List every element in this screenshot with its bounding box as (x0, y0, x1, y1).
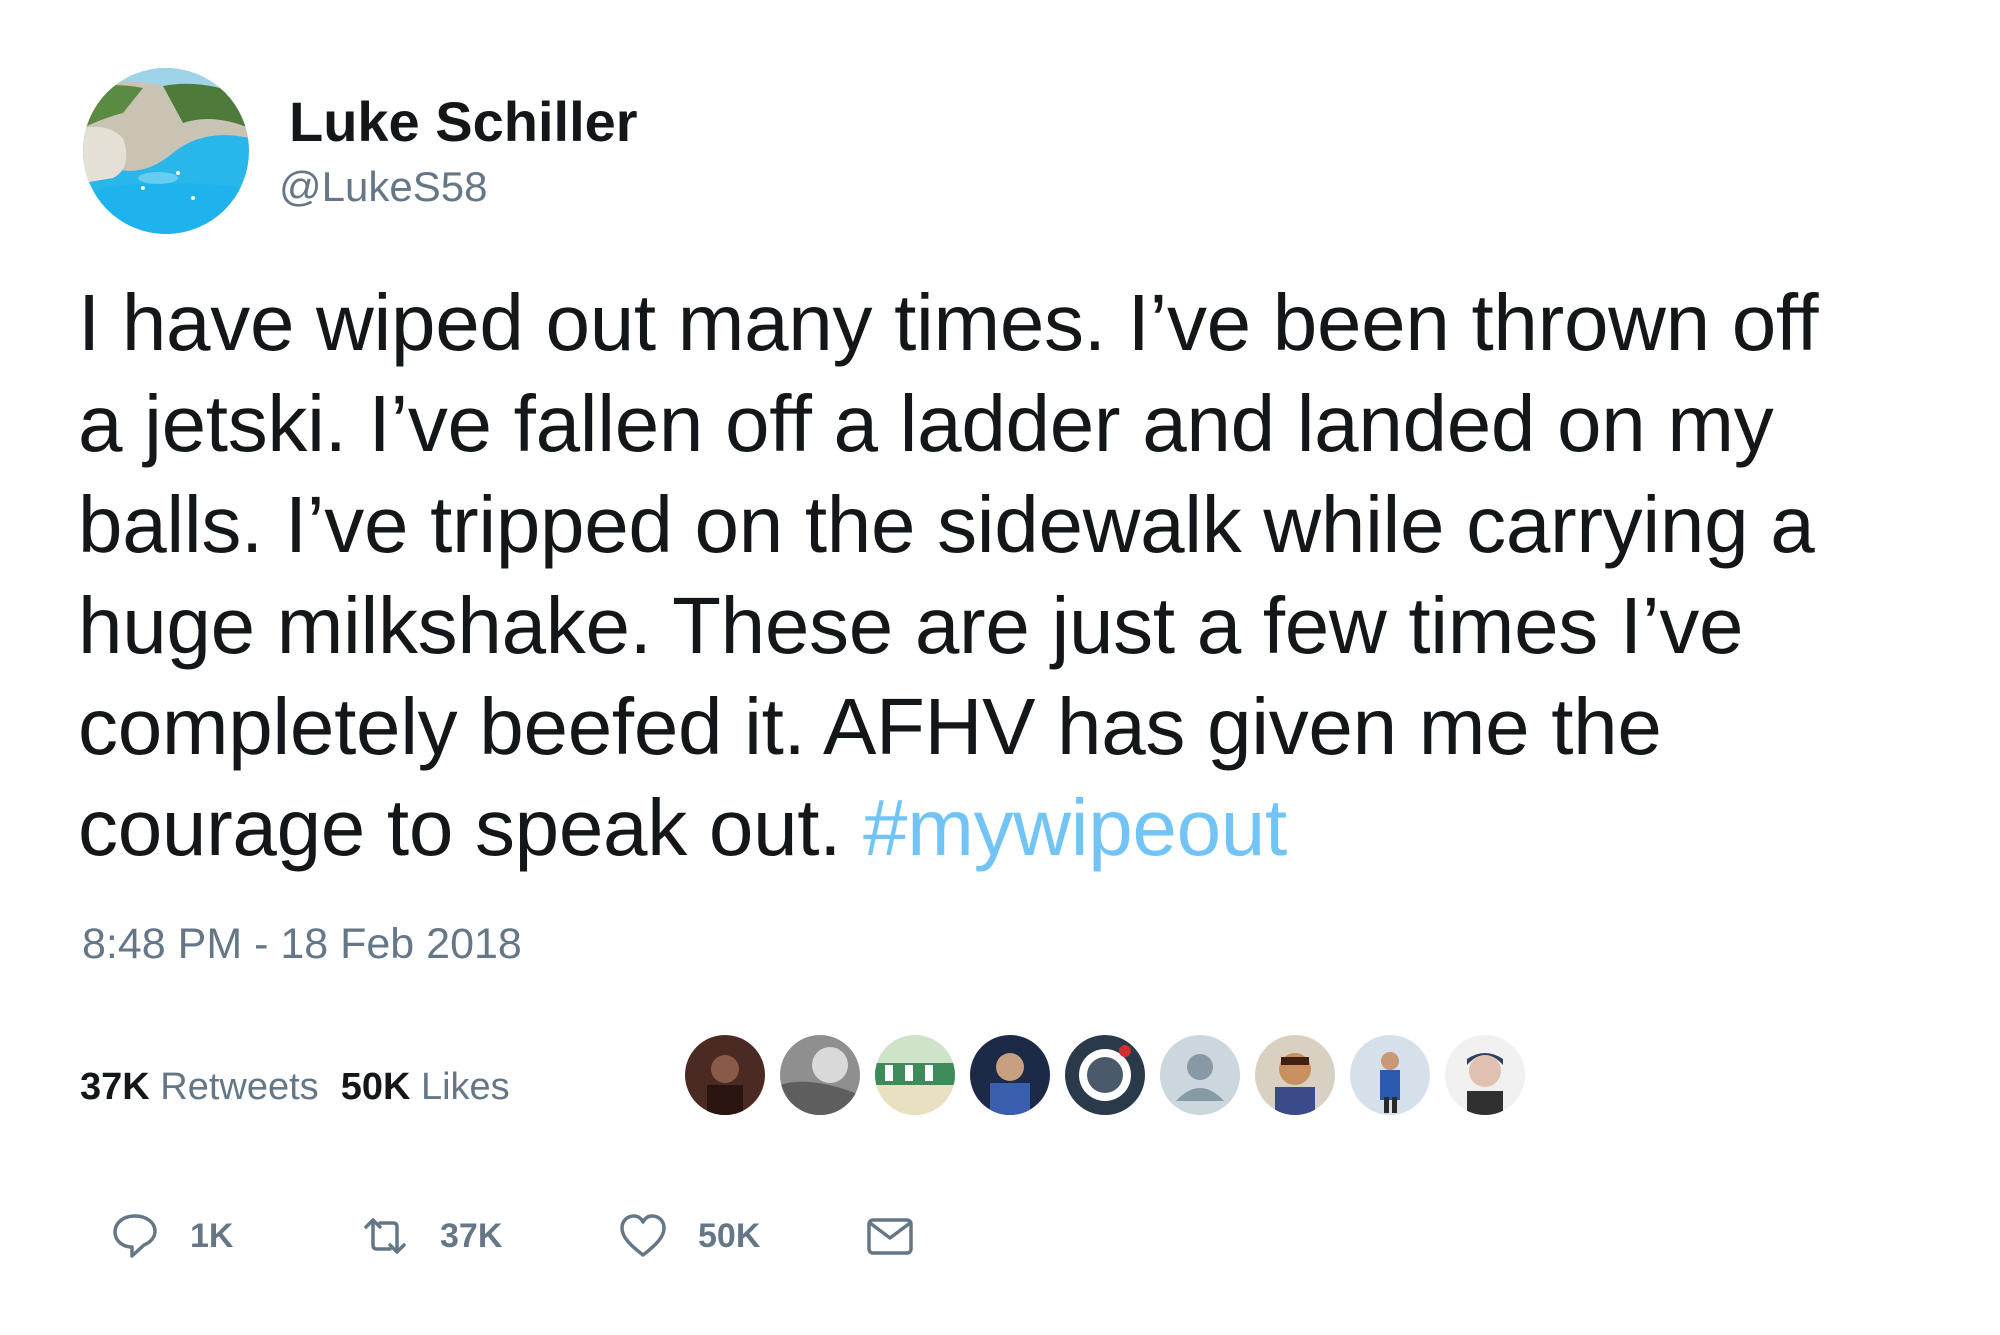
retweets-count: 37K (80, 1066, 150, 1108)
tweet-text-line: huge milkshake. These are just a few tim… (78, 581, 1744, 670)
liker-avatar[interactable] (1443, 1033, 1527, 1117)
like-button[interactable]: 50K (618, 1206, 760, 1266)
liker-avatar[interactable] (778, 1033, 862, 1117)
heart-icon (620, 1214, 666, 1257)
tweet-text-line: completely beefed it. AFHV has given me … (78, 682, 1662, 771)
user-avatar[interactable] (83, 68, 249, 234)
envelope-icon (867, 1218, 913, 1255)
retweets-label: Retweets (160, 1066, 319, 1108)
retweet-button[interactable]: 37K (360, 1206, 502, 1266)
reply-button[interactable]: 1K (110, 1206, 233, 1266)
likes-label: Likes (420, 1066, 510, 1108)
liker-avatar[interactable] (1348, 1033, 1432, 1117)
reply-count: 1K (190, 1217, 234, 1255)
hashtag-link[interactable]: #mywipeout (863, 783, 1287, 872)
tweet-text-last-line: courage to speak out. #mywipeout (78, 777, 1978, 878)
retweets-stat[interactable]: 37K Retweets (80, 1066, 319, 1108)
tweet-text-line: I have wiped out many times. I’ve been t… (78, 278, 1819, 367)
likes-count: 50K (340, 1066, 411, 1108)
user-handle[interactable]: @LukeS58 (279, 162, 487, 212)
liker-avatar[interactable] (683, 1033, 767, 1117)
speech-bubble-icon (113, 1214, 157, 1258)
engagement-stats: 37K Retweets 50K Likes (80, 1063, 532, 1111)
avatar-image (83, 68, 249, 234)
tweet-text-line: balls. I’ve tripped on the sidewalk whil… (78, 480, 1815, 569)
tweet-text-line: a jetski. I’ve fallen off a ladder and l… (78, 379, 1774, 468)
retweet-count: 37K (440, 1217, 503, 1255)
direct-message-button[interactable] (865, 1206, 915, 1266)
tweet-text-line: courage to speak out. (78, 783, 864, 872)
liker-avatar[interactable] (873, 1033, 957, 1117)
tweet-text: I have wiped out many times. I’ve been t… (78, 272, 1978, 878)
liker-avatar[interactable] (968, 1033, 1052, 1117)
liker-avatar[interactable] (1158, 1033, 1242, 1117)
liker-avatar[interactable] (1063, 1033, 1147, 1117)
tweet-card: Luke Schiller @LukeS58 I have wiped out … (0, 0, 2000, 1335)
retweet-arrows-icon (364, 1218, 406, 1254)
like-count: 50K (698, 1217, 761, 1255)
tweet-timestamp[interactable]: 8:48 PM - 18 Feb 2018 (82, 918, 522, 970)
likes-stat[interactable]: 50K Likes (341, 1066, 510, 1108)
display-name[interactable]: Luke Schiller (289, 88, 638, 156)
liker-avatar[interactable] (1253, 1033, 1337, 1117)
